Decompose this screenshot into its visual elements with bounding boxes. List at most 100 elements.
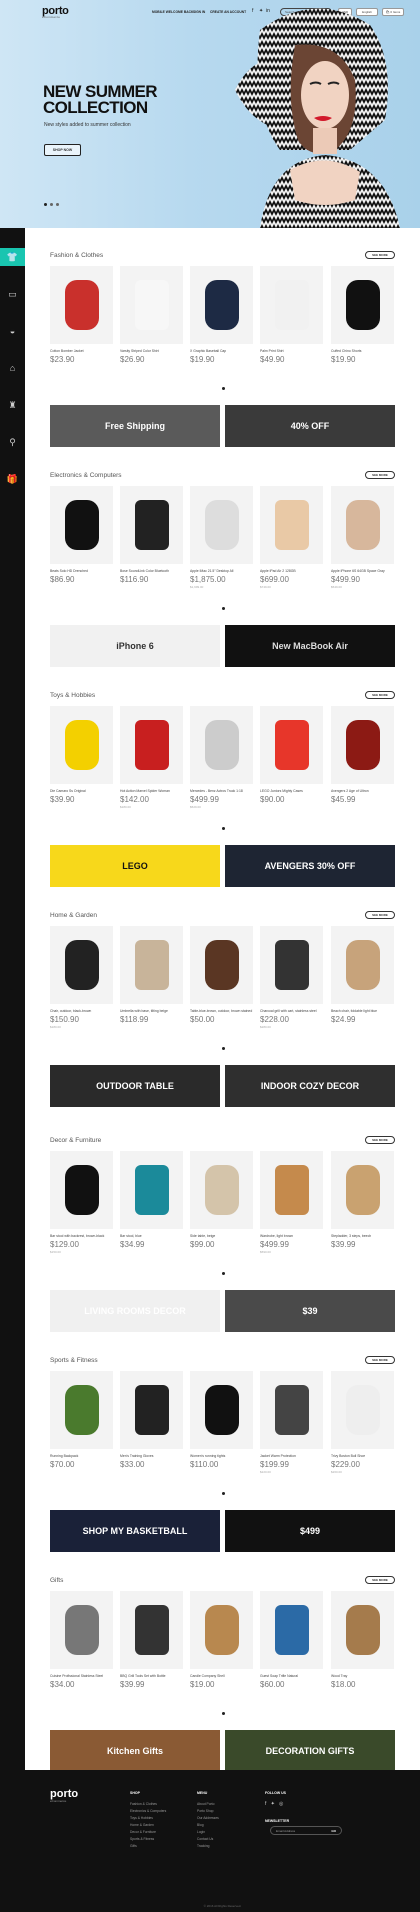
product-name[interactable]: Side table, beige xyxy=(190,1234,253,1239)
twitter-icon[interactable]: ✦ xyxy=(271,1801,275,1807)
product-image[interactable] xyxy=(120,486,183,564)
carousel-dot[interactable] xyxy=(222,1492,225,1495)
product-image[interactable] xyxy=(50,926,113,1004)
footer-menu-link[interactable]: Blog xyxy=(197,1822,219,1829)
product-card[interactable]: Bar stool with backrest, brown-black $129… xyxy=(50,1151,113,1254)
product-image[interactable] xyxy=(50,1591,113,1669)
product-card[interactable]: BBQ Grill Tools Set with Bottle $39.99 xyxy=(120,1591,183,1689)
product-card[interactable]: Cuffed Chino Shorts $19.90 xyxy=(331,266,394,364)
footer-shop-link[interactable]: Sports & Fitness xyxy=(130,1836,166,1843)
product-card[interactable]: Guest Soap Trifle Natural $60.00 xyxy=(260,1591,323,1689)
product-card[interactable]: Umbrella with base, tilting beige $118.99 xyxy=(120,926,183,1024)
product-card[interactable]: Palm Print Shirt $49.90 xyxy=(260,266,323,364)
product-name[interactable]: Apple iPhone 6S 64GB Space Gray xyxy=(331,569,394,574)
product-card[interactable]: Beach chair, foldable light blue $24.99 xyxy=(331,926,394,1024)
footer-menu-link[interactable]: Login xyxy=(197,1829,219,1836)
product-image[interactable] xyxy=(331,926,394,1004)
slider-dot[interactable] xyxy=(44,203,47,206)
footer-menu-link[interactable]: Contact Us xyxy=(197,1836,219,1843)
footer-menu-link[interactable]: Porto Shop xyxy=(197,1808,219,1815)
promo-banner[interactable]: OUTDOOR TABLE xyxy=(50,1065,220,1107)
product-name[interactable]: Trivy Boston Bull Shoe xyxy=(331,1454,394,1459)
product-card[interactable]: Wood Tray $18.00 xyxy=(331,1591,394,1689)
product-image[interactable] xyxy=(260,706,323,784)
product-image[interactable] xyxy=(50,1151,113,1229)
footer-logo[interactable]: porto eCommerce xyxy=(50,1788,78,1803)
footer-shop-link[interactable]: Home & Garden xyxy=(130,1822,166,1829)
product-name[interactable]: Guest Soap Trifle Natural xyxy=(260,1674,323,1679)
nav-welcome[interactable]: Mobile Welcome Back xyxy=(152,10,193,14)
product-card[interactable]: Men's Training Gloves $33.00 xyxy=(120,1371,183,1469)
see-more-button[interactable]: SEE MORE xyxy=(365,911,395,919)
carousel-dot[interactable] xyxy=(222,1712,225,1715)
sidebar-item-decor[interactable]: ♜ xyxy=(0,396,25,414)
product-name[interactable]: BBQ Grill Tools Set with Bottle xyxy=(120,1674,183,1679)
product-name[interactable]: Wood Tray xyxy=(331,1674,394,1679)
product-name[interactable]: Avengers 2 Age of Ultron xyxy=(331,789,394,794)
product-image[interactable] xyxy=(50,486,113,564)
footer-shop-link[interactable]: Toys & Hobbies xyxy=(130,1815,166,1822)
product-card[interactable]: Side table, beige $99.00 xyxy=(190,1151,253,1249)
product-name[interactable]: Candle Company Shell xyxy=(190,1674,253,1679)
sidebar-item-fashion[interactable]: 👕 xyxy=(0,248,25,266)
newsletter-email-input[interactable]: Email Address GO xyxy=(270,1826,342,1835)
sidebar-item-toys[interactable]: ◒ xyxy=(0,322,25,340)
see-more-button[interactable]: SEE MORE xyxy=(365,1576,395,1584)
product-name[interactable]: Bose SoundLink Color Bluetooth xyxy=(120,569,183,574)
product-name[interactable]: Wardrobe, light brown xyxy=(260,1234,323,1239)
product-card[interactable]: Candle Company Shell $19.00 xyxy=(190,1591,253,1689)
carousel-dot[interactable] xyxy=(222,387,225,390)
section-title[interactable]: Toys & Hobbies xyxy=(50,692,95,699)
footer-menu-link[interactable]: Our Addresses xyxy=(197,1815,219,1822)
product-image[interactable] xyxy=(120,266,183,344)
product-name[interactable]: LEGO Juniors Mighty Cases xyxy=(260,789,323,794)
product-image[interactable] xyxy=(190,486,253,564)
instagram-icon[interactable]: ◎ xyxy=(279,1801,283,1807)
product-image[interactable] xyxy=(260,1371,323,1449)
section-title[interactable]: Decor & Furniture xyxy=(50,1137,101,1144)
product-name[interactable]: Women's running tights xyxy=(190,1454,253,1459)
product-card[interactable]: Avengers 2 Age of Ultron $45.99 xyxy=(331,706,394,804)
product-card[interactable]: Die Camaro Ss Original $39.90 xyxy=(50,706,113,804)
product-image[interactable] xyxy=(120,1591,183,1669)
section-title[interactable]: Home & Garden xyxy=(50,912,97,919)
see-more-button[interactable]: SEE MORE xyxy=(365,691,395,699)
product-name[interactable]: Bar stool, blue xyxy=(120,1234,183,1239)
product-name[interactable]: Hot Action Marvel Spider Woman xyxy=(120,789,183,794)
product-name[interactable]: Charcoal grill with cart, stainless stee… xyxy=(260,1009,323,1014)
product-image[interactable] xyxy=(331,1151,394,1229)
nav-sign-in[interactable]: Sign In xyxy=(193,10,205,14)
product-image[interactable] xyxy=(120,1151,183,1229)
product-image[interactable] xyxy=(331,266,394,344)
product-card[interactable]: LEGO Juniors Mighty Cases $90.00 xyxy=(260,706,323,804)
product-card[interactable]: Mercedes - Benz Actros Truck 1:18 $499.99… xyxy=(190,706,253,809)
facebook-icon[interactable]: f xyxy=(265,1801,266,1807)
product-image[interactable] xyxy=(190,706,253,784)
product-image[interactable] xyxy=(260,1591,323,1669)
product-name[interactable]: Cotton Bomber Jacket xyxy=(50,349,113,354)
promo-banner[interactable]: DECORATION GIFTS xyxy=(225,1730,395,1772)
promo-banner[interactable]: 40% OFF xyxy=(225,405,395,447)
product-card[interactable]: Women's running tights $110.00 xyxy=(190,1371,253,1469)
product-card[interactable]: Running Backpack $70.00 xyxy=(50,1371,113,1469)
product-name[interactable]: Bar stool with backrest, brown-black xyxy=(50,1234,113,1239)
sidebar-item-sports[interactable]: ⚲ xyxy=(0,433,25,451)
product-name[interactable]: Die Camaro Ss Original xyxy=(50,789,113,794)
product-card[interactable]: Hot Action Marvel Spider Woman $142.00 $18… xyxy=(120,706,183,809)
sidebar-item-electronics[interactable]: ▭ xyxy=(0,285,25,303)
slider-dot[interactable] xyxy=(50,203,53,206)
product-image[interactable] xyxy=(331,706,394,784)
product-image[interactable] xyxy=(331,486,394,564)
product-card[interactable]: Chair, outdoor, black-brown $150.90 $180.0… xyxy=(50,926,113,1029)
product-card[interactable]: Cotton Bomber Jacket $23.90 xyxy=(50,266,113,364)
product-image[interactable] xyxy=(260,486,323,564)
promo-banner[interactable]: AVENGERS 30% OFF xyxy=(225,845,395,887)
sidebar-item-gifts[interactable]: 🎁 xyxy=(0,470,25,488)
product-image[interactable] xyxy=(120,706,183,784)
product-card[interactable]: Bar stool, blue $34.99 xyxy=(120,1151,183,1249)
product-image[interactable] xyxy=(190,1151,253,1229)
footer-menu-link[interactable]: About Porto xyxy=(197,1801,219,1808)
promo-banner[interactable]: $499 xyxy=(225,1510,395,1552)
product-image[interactable] xyxy=(331,1371,394,1449)
product-name[interactable]: Men's Training Gloves xyxy=(120,1454,183,1459)
